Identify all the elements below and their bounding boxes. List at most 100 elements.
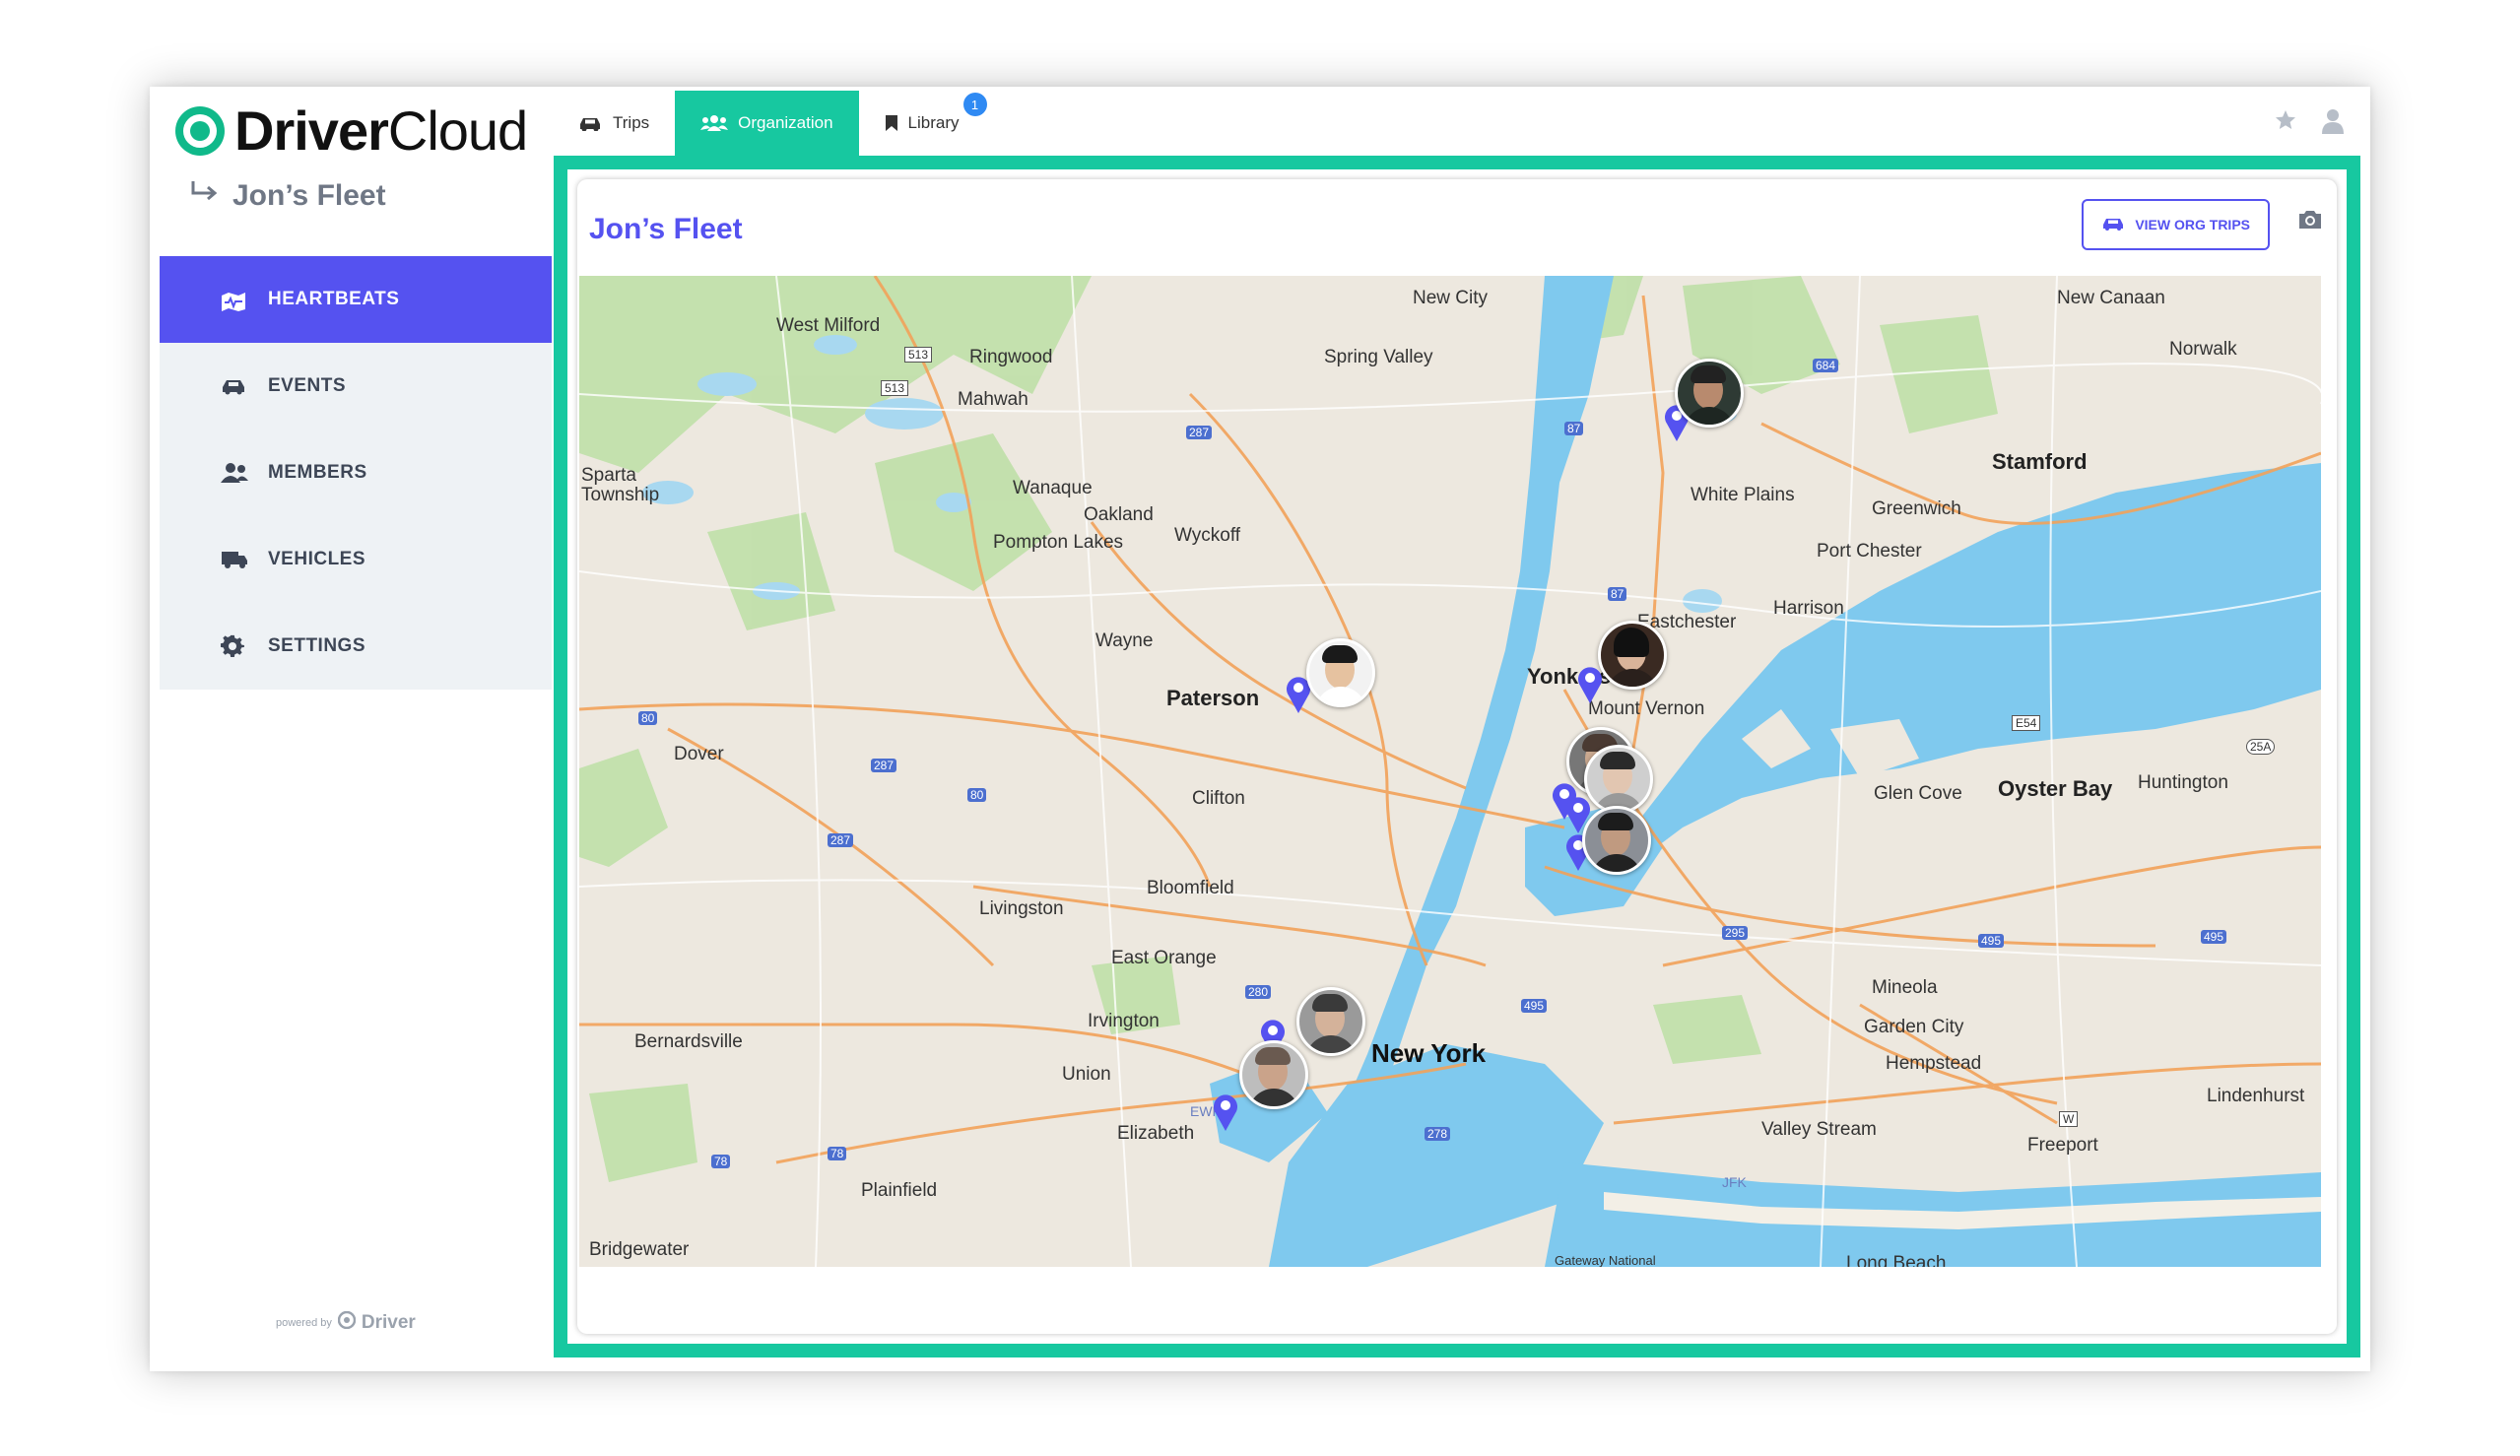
sidebar-item-label: EVENTS (268, 375, 347, 396)
sidebar-item-label: SETTINGS (268, 635, 366, 656)
truck-icon (221, 550, 250, 569)
tab-trips[interactable]: Trips (552, 91, 675, 156)
tab-library[interactable]: Library 1 (859, 91, 999, 156)
map-label: Paterson (1166, 686, 1260, 710)
route-shield: 495 (1978, 934, 2005, 948)
powered-by-text: powered by (276, 1316, 332, 1329)
driver-avatar[interactable] (1675, 359, 1744, 428)
map-label: Bridgewater (589, 1239, 690, 1260)
driver-avatar[interactable] (1296, 987, 1365, 1056)
location-pin-icon[interactable] (1576, 664, 1604, 703)
tab-label: Organization (738, 113, 833, 132)
map-pulse-icon (221, 288, 250, 311)
members-icon (221, 463, 250, 483)
car-icon (577, 115, 603, 131)
route-shield: 287 (871, 759, 897, 772)
map-label: Ringwood (969, 347, 1053, 367)
route-shield: 80 (967, 788, 987, 802)
map-label: Hempstead (1886, 1053, 1982, 1074)
star-icon[interactable] (2274, 108, 2297, 139)
powered-by-driver: powered by Driver (276, 1310, 416, 1334)
route-shield: 295 (1722, 926, 1749, 940)
sidebar-item-label: MEMBERS (268, 462, 367, 483)
app-window: DriverCloud Trips Organization Library 1 (150, 87, 2370, 1371)
map-label: East Orange (1111, 948, 1217, 968)
view-org-trips-label: VIEW ORG TRIPS (2135, 217, 2250, 232)
sidebar-item-settings[interactable]: SETTINGS (160, 603, 552, 690)
user-icon[interactable] (2321, 108, 2345, 139)
map-label: Harrison (1773, 598, 1844, 619)
map-label: Stamford (1992, 449, 2088, 474)
route-shield: 278 (1425, 1127, 1451, 1141)
driver-avatar[interactable] (1598, 621, 1667, 690)
route-shield: E54 (2012, 715, 2041, 731)
map-label: Port Chester (1817, 541, 1922, 562)
return-arrow-icon (189, 179, 219, 213)
route-shield: 495 (1521, 999, 1548, 1013)
car-icon (2101, 217, 2125, 233)
route-shield: 513 (881, 380, 909, 396)
map-label: Valley Stream (1761, 1119, 1877, 1140)
map-label: New City (1413, 288, 1489, 308)
route-shield: 495 (2201, 930, 2227, 944)
page-title: Jon’s Fleet (589, 213, 743, 245)
route-shield: 287 (1186, 426, 1213, 439)
map-label: Lindenhurst (2207, 1086, 2305, 1106)
top-tabs: Trips Organization Library 1 (552, 91, 999, 156)
sidebar-item-events[interactable]: EVENTS (160, 343, 552, 430)
breadcrumb-label: Jon’s Fleet (232, 179, 386, 212)
map-label: Clifton (1192, 788, 1245, 809)
map-label: Huntington (2138, 772, 2228, 793)
route-shield: 287 (828, 833, 854, 847)
car-alert-icon (221, 377, 250, 395)
map-label: Wanaque (1013, 478, 1093, 498)
map-label: Mineola (1872, 977, 1938, 998)
driver-avatar[interactable] (1306, 638, 1375, 707)
notification-badge: 1 (962, 93, 987, 116)
route-shield: 684 (1813, 359, 1839, 372)
map-label: Mount Vernon (1588, 698, 1705, 719)
map-label: Garden City (1864, 1017, 1964, 1037)
fleet-map[interactable]: West Milford Ringwood Mahwah New City Sp… (579, 276, 2321, 1267)
map-label: Plainfield (861, 1180, 938, 1201)
route-shield: 78 (711, 1155, 731, 1168)
map-label: JFK (1722, 1174, 1747, 1190)
map-label: Greenwich (1872, 498, 1961, 519)
sidebar-item-vehicles[interactable]: VEHICLES (160, 516, 552, 603)
view-org-trips-button[interactable]: VIEW ORG TRIPS (2082, 199, 2270, 250)
group-icon (700, 114, 729, 132)
driver-avatar[interactable] (1584, 745, 1653, 814)
header-actions (2274, 108, 2345, 139)
map-label: Spring Valley (1324, 347, 1433, 367)
map-label: Freeport (2027, 1135, 2098, 1156)
sidebar-item-label: HEARTBEATS (268, 289, 400, 309)
brand-name: DriverCloud (234, 99, 528, 162)
map-label: Bloomfield (1147, 878, 1234, 898)
steering-wheel-icon (175, 105, 225, 156)
driver-cloud-logo[interactable]: DriverCloud (175, 99, 528, 163)
map-label: Glen Cove (1874, 783, 1962, 804)
map-label: Gateway National (1555, 1253, 1656, 1267)
bookmark-icon (885, 114, 898, 132)
sidebar-nav: HEARTBEATS EVENTS MEMBERS VEHICLES SETTI… (160, 256, 552, 690)
route-shield: 513 (904, 347, 933, 363)
tab-label: Library (907, 113, 960, 132)
breadcrumb[interactable]: Jon’s Fleet (189, 179, 386, 213)
map-label: Pompton Lakes (993, 532, 1124, 553)
location-pin-icon[interactable] (1212, 1092, 1239, 1131)
sidebar-item-members[interactable]: MEMBERS (160, 430, 552, 516)
sidebar-item-label: VEHICLES (268, 549, 366, 569)
map-label: West Milford (776, 315, 881, 336)
driver-avatar[interactable] (1239, 1040, 1308, 1109)
powered-brand: Driver (361, 1311, 416, 1333)
map-label: Oyster Bay (1998, 776, 2113, 801)
sidebar-item-heartbeats[interactable]: HEARTBEATS (160, 256, 552, 343)
driver-avatar[interactable] (1582, 806, 1651, 875)
route-shield: 80 (638, 711, 658, 725)
camera-icon[interactable] (2297, 209, 2323, 235)
map-label: Irvington (1088, 1011, 1160, 1031)
tab-organization[interactable]: Organization (675, 91, 859, 156)
main-panel-frame: Jon’s Fleet VIEW ORG TRIPS West Milford … (554, 156, 2360, 1357)
driver-logo-icon (337, 1310, 357, 1334)
map-label: Union (1062, 1064, 1111, 1085)
